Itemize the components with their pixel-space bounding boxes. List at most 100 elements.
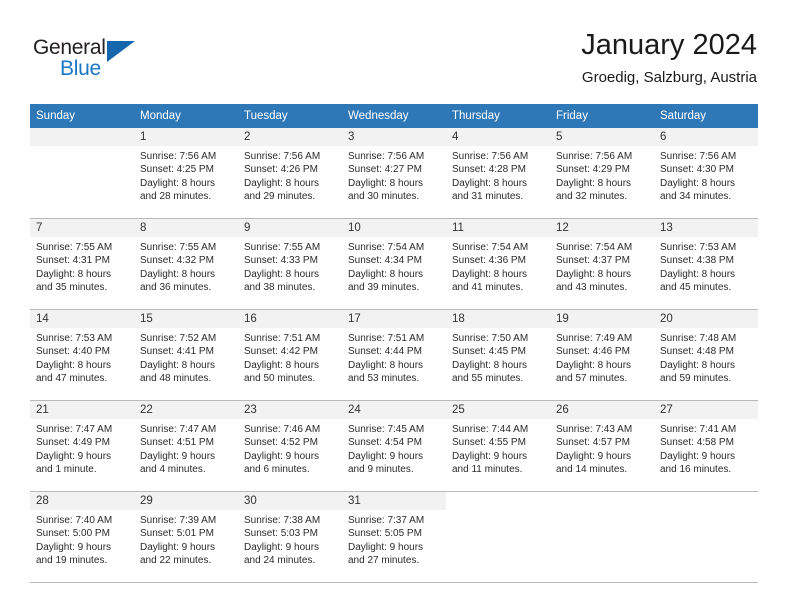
day-sun-info: Sunrise: 7:56 AM Sunset: 4:26 PM Daylight:…: [238, 146, 342, 204]
sunset-time: Sunset: 5:00 PM: [36, 528, 110, 540]
calendar-day-cell[interactable]: 22 Sunrise: 7:47 AM Sunset: 4:51 PM Dayligh…: [134, 400, 238, 492]
calendar-day-cell[interactable]: 17 Sunrise: 7:51 AM Sunset: 4:44 PM Dayligh…: [342, 309, 446, 401]
sunrise-time: Sunrise: 7:44 AM: [452, 424, 529, 435]
calendar-day-cell[interactable]: 14 Sunrise: 7:53 AM Sunset: 4:40 PM Dayligh…: [30, 309, 134, 401]
calendar-day-cell[interactable]: 29 Sunrise: 7:39 AM Sunset: 5:01 PM Dayligh…: [134, 491, 238, 583]
daylight-hours: Daylight: 8 hours: [556, 177, 632, 189]
sunset-time: Sunset: 4:48 PM: [660, 346, 734, 358]
sunrise-time: Sunrise: 7:56 AM: [348, 151, 425, 162]
sunset-time: Sunset: 4:27 PM: [348, 164, 422, 176]
calendar-day-cell[interactable]: 7 Sunrise: 7:55 AM Sunset: 4:31 PM Daylight…: [30, 218, 134, 310]
calendar-day-cell[interactable]: 10 Sunrise: 7:54 AM Sunset: 4:34 PM Dayligh…: [342, 218, 446, 310]
calendar-day-cell[interactable]: 28 Sunrise: 7:40 AM Sunset: 5:00 PM Dayligh…: [30, 491, 134, 583]
day-sun-info: Sunrise: 7:39 AM Sunset: 5:01 PM Daylight:…: [134, 510, 238, 568]
daylight-hours: Daylight: 9 hours: [556, 450, 632, 462]
day-23: 23 Sunrise: 7:46 AM Sunset: 4:52 PM Dayligh…: [238, 401, 342, 490]
calendar-day-cell[interactable]: [654, 491, 758, 583]
calendar-day-cell[interactable]: 27 Sunrise: 7:41 AM Sunset: 4:58 PM Dayligh…: [654, 400, 758, 492]
day-sun-info: Sunrise: 7:45 AM Sunset: 4:54 PM Daylight:…: [342, 419, 446, 477]
calendar-day-cell[interactable]: 15 Sunrise: 7:52 AM Sunset: 4:41 PM Dayligh…: [134, 309, 238, 401]
day-number: 23: [238, 401, 342, 419]
daylight-hours: Daylight: 8 hours: [140, 359, 216, 371]
calendar-day-cell[interactable]: 20 Sunrise: 7:48 AM Sunset: 4:48 PM Dayligh…: [654, 309, 758, 401]
general-blue-logo: General Blue: [33, 36, 163, 88]
weekday-header-friday: Friday: [550, 104, 654, 128]
calendar-day-cell[interactable]: 25 Sunrise: 7:44 AM Sunset: 4:55 PM Dayligh…: [446, 400, 550, 492]
calendar-day-cell[interactable]: 5 Sunrise: 7:56 AM Sunset: 4:29 PM Daylight…: [550, 128, 654, 219]
sunrise-time: Sunrise: 7:48 AM: [660, 333, 737, 344]
day-sun-info: Sunrise: 7:56 AM Sunset: 4:25 PM Daylight:…: [134, 146, 238, 204]
weekday-header-monday: Monday: [134, 104, 238, 128]
calendar-day-cell[interactable]: 8 Sunrise: 7:55 AM Sunset: 4:32 PM Daylight…: [134, 218, 238, 310]
daylight-minutes: and 57 minutes.: [556, 373, 628, 385]
calendar-week-row: 21 Sunrise: 7:47 AM Sunset: 4:49 PM Dayligh…: [30, 400, 758, 492]
calendar-day-cell[interactable]: 3 Sunrise: 7:56 AM Sunset: 4:27 PM Daylight…: [342, 128, 446, 219]
day-sun-info: Sunrise: 7:56 AM Sunset: 4:29 PM Daylight:…: [550, 146, 654, 204]
day-number: 30: [238, 492, 342, 510]
calendar-day-cell[interactable]: 2 Sunrise: 7:56 AM Sunset: 4:26 PM Daylight…: [238, 128, 342, 219]
sunrise-time: Sunrise: 7:53 AM: [660, 242, 737, 253]
calendar-day-cell[interactable]: 23 Sunrise: 7:46 AM Sunset: 4:52 PM Dayligh…: [238, 400, 342, 492]
day-7: 7 Sunrise: 7:55 AM Sunset: 4:31 PM Daylight…: [30, 219, 134, 308]
calendar-day-cell[interactable]: 11 Sunrise: 7:54 AM Sunset: 4:36 PM Dayligh…: [446, 218, 550, 310]
day-21: 21 Sunrise: 7:47 AM Sunset: 4:49 PM Dayligh…: [30, 401, 134, 490]
sunset-time: Sunset: 4:36 PM: [452, 255, 526, 267]
day-sun-info: Sunrise: 7:44 AM Sunset: 4:55 PM Daylight:…: [446, 419, 550, 477]
daylight-minutes: and 16 minutes.: [660, 464, 732, 476]
daylight-minutes: and 19 minutes.: [36, 555, 108, 567]
day-6: 6 Sunrise: 7:56 AM Sunset: 4:30 PM Daylight…: [654, 128, 758, 217]
daylight-hours: Daylight: 8 hours: [244, 359, 320, 371]
day-number: 7: [30, 219, 134, 237]
day-number: 13: [654, 219, 758, 237]
day-number: 9: [238, 219, 342, 237]
sunrise-time: Sunrise: 7:56 AM: [660, 151, 737, 162]
calendar-day-cell[interactable]: 30 Sunrise: 7:38 AM Sunset: 5:03 PM Dayligh…: [238, 491, 342, 583]
day-number: 1: [134, 128, 238, 146]
calendar-day-cell[interactable]: 1 Sunrise: 7:56 AM Sunset: 4:25 PM Daylight…: [134, 128, 238, 219]
calendar-day-cell[interactable]: [446, 491, 550, 583]
day-number: 28: [30, 492, 134, 510]
sunrise-time: Sunrise: 7:52 AM: [140, 333, 217, 344]
calendar-week-row: 28 Sunrise: 7:40 AM Sunset: 5:00 PM Dayligh…: [30, 491, 758, 583]
calendar-day-cell[interactable]: 16 Sunrise: 7:51 AM Sunset: 4:42 PM Dayligh…: [238, 309, 342, 401]
daylight-minutes: and 6 minutes.: [244, 464, 310, 476]
calendar-day-cell[interactable]: 9 Sunrise: 7:55 AM Sunset: 4:33 PM Daylight…: [238, 218, 342, 310]
day-sun-info: Sunrise: 7:50 AM Sunset: 4:45 PM Daylight:…: [446, 328, 550, 386]
daylight-minutes: and 55 minutes.: [452, 373, 524, 385]
daylight-minutes: and 4 minutes.: [140, 464, 206, 476]
daylight-minutes: and 41 minutes.: [452, 282, 524, 294]
sunset-time: Sunset: 4:49 PM: [36, 437, 110, 449]
calendar-page: General Blue January 2024 Groedig, Salzb…: [0, 0, 792, 612]
day-number: 5: [550, 128, 654, 146]
daylight-hours: Daylight: 8 hours: [244, 177, 320, 189]
calendar-day-cell[interactable]: 18 Sunrise: 7:50 AM Sunset: 4:45 PM Dayligh…: [446, 309, 550, 401]
day-sun-info: Sunrise: 7:55 AM Sunset: 4:33 PM Daylight:…: [238, 237, 342, 295]
day-number: 6: [654, 128, 758, 146]
day-9: 9 Sunrise: 7:55 AM Sunset: 4:33 PM Daylight…: [238, 219, 342, 308]
calendar-day-cell[interactable]: 26 Sunrise: 7:43 AM Sunset: 4:57 PM Dayligh…: [550, 400, 654, 492]
page-header: General Blue January 2024 Groedig, Salzb…: [0, 0, 792, 100]
calendar-day-cell[interactable]: 21 Sunrise: 7:47 AM Sunset: 4:49 PM Dayligh…: [30, 400, 134, 492]
sunset-time: Sunset: 4:46 PM: [556, 346, 630, 358]
calendar-day-cell[interactable]: 12 Sunrise: 7:54 AM Sunset: 4:37 PM Dayligh…: [550, 218, 654, 310]
day-number: 31: [342, 492, 446, 510]
calendar-day-cell[interactable]: 24 Sunrise: 7:45 AM Sunset: 4:54 PM Dayligh…: [342, 400, 446, 492]
calendar-day-cell[interactable]: 13 Sunrise: 7:53 AM Sunset: 4:38 PM Dayligh…: [654, 218, 758, 310]
calendar-day-cell[interactable]: 4 Sunrise: 7:56 AM Sunset: 4:28 PM Daylight…: [446, 128, 550, 219]
daylight-hours: Daylight: 8 hours: [348, 268, 424, 280]
calendar-day-cell[interactable]: 6 Sunrise: 7:56 AM Sunset: 4:30 PM Daylight…: [654, 128, 758, 219]
sunset-time: Sunset: 4:52 PM: [244, 437, 318, 449]
logo-triangle-icon: [107, 41, 135, 62]
daylight-hours: Daylight: 8 hours: [556, 268, 632, 280]
calendar-week-row: 14 Sunrise: 7:53 AM Sunset: 4:40 PM Dayligh…: [30, 309, 758, 401]
day-27: 27 Sunrise: 7:41 AM Sunset: 4:58 PM Dayligh…: [654, 401, 758, 490]
calendar-day-cell[interactable]: 31 Sunrise: 7:37 AM Sunset: 5:05 PM Dayligh…: [342, 491, 446, 583]
calendar-day-cell[interactable]: [30, 128, 134, 219]
day-number: 18: [446, 310, 550, 328]
calendar-day-cell[interactable]: 19 Sunrise: 7:49 AM Sunset: 4:46 PM Dayligh…: [550, 309, 654, 401]
daylight-minutes: and 11 minutes.: [452, 464, 523, 476]
sunset-time: Sunset: 4:31 PM: [36, 255, 110, 267]
day-sun-info: Sunrise: 7:51 AM Sunset: 4:42 PM Daylight:…: [238, 328, 342, 386]
day-sun-info: Sunrise: 7:56 AM Sunset: 4:28 PM Daylight:…: [446, 146, 550, 204]
calendar-day-cell[interactable]: [550, 491, 654, 583]
